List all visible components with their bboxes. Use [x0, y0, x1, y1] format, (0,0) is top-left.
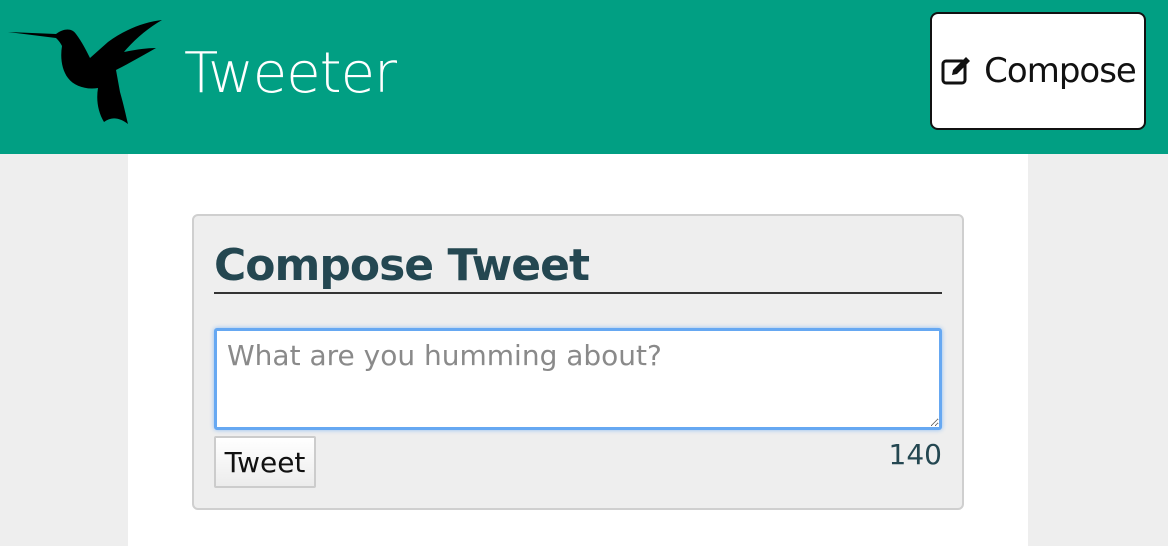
- top-navbar: Tweeter Compose: [0, 0, 1168, 154]
- compose-button-label: Compose: [984, 51, 1137, 91]
- main-container: Compose Tweet Tweet 140: [128, 154, 1028, 546]
- hummingbird-icon: [8, 20, 162, 124]
- brand-title: Tweeter: [184, 41, 397, 106]
- tweet-textarea[interactable]: [214, 328, 942, 430]
- char-counter: 140: [888, 438, 942, 471]
- compose-tweet-panel: Compose Tweet Tweet 140: [192, 214, 964, 510]
- tweet-submit-button[interactable]: Tweet: [214, 436, 316, 488]
- edit-icon: [941, 57, 971, 85]
- compose-title: Compose Tweet: [214, 240, 590, 291]
- title-divider: [214, 292, 942, 294]
- compose-button[interactable]: Compose: [930, 12, 1146, 130]
